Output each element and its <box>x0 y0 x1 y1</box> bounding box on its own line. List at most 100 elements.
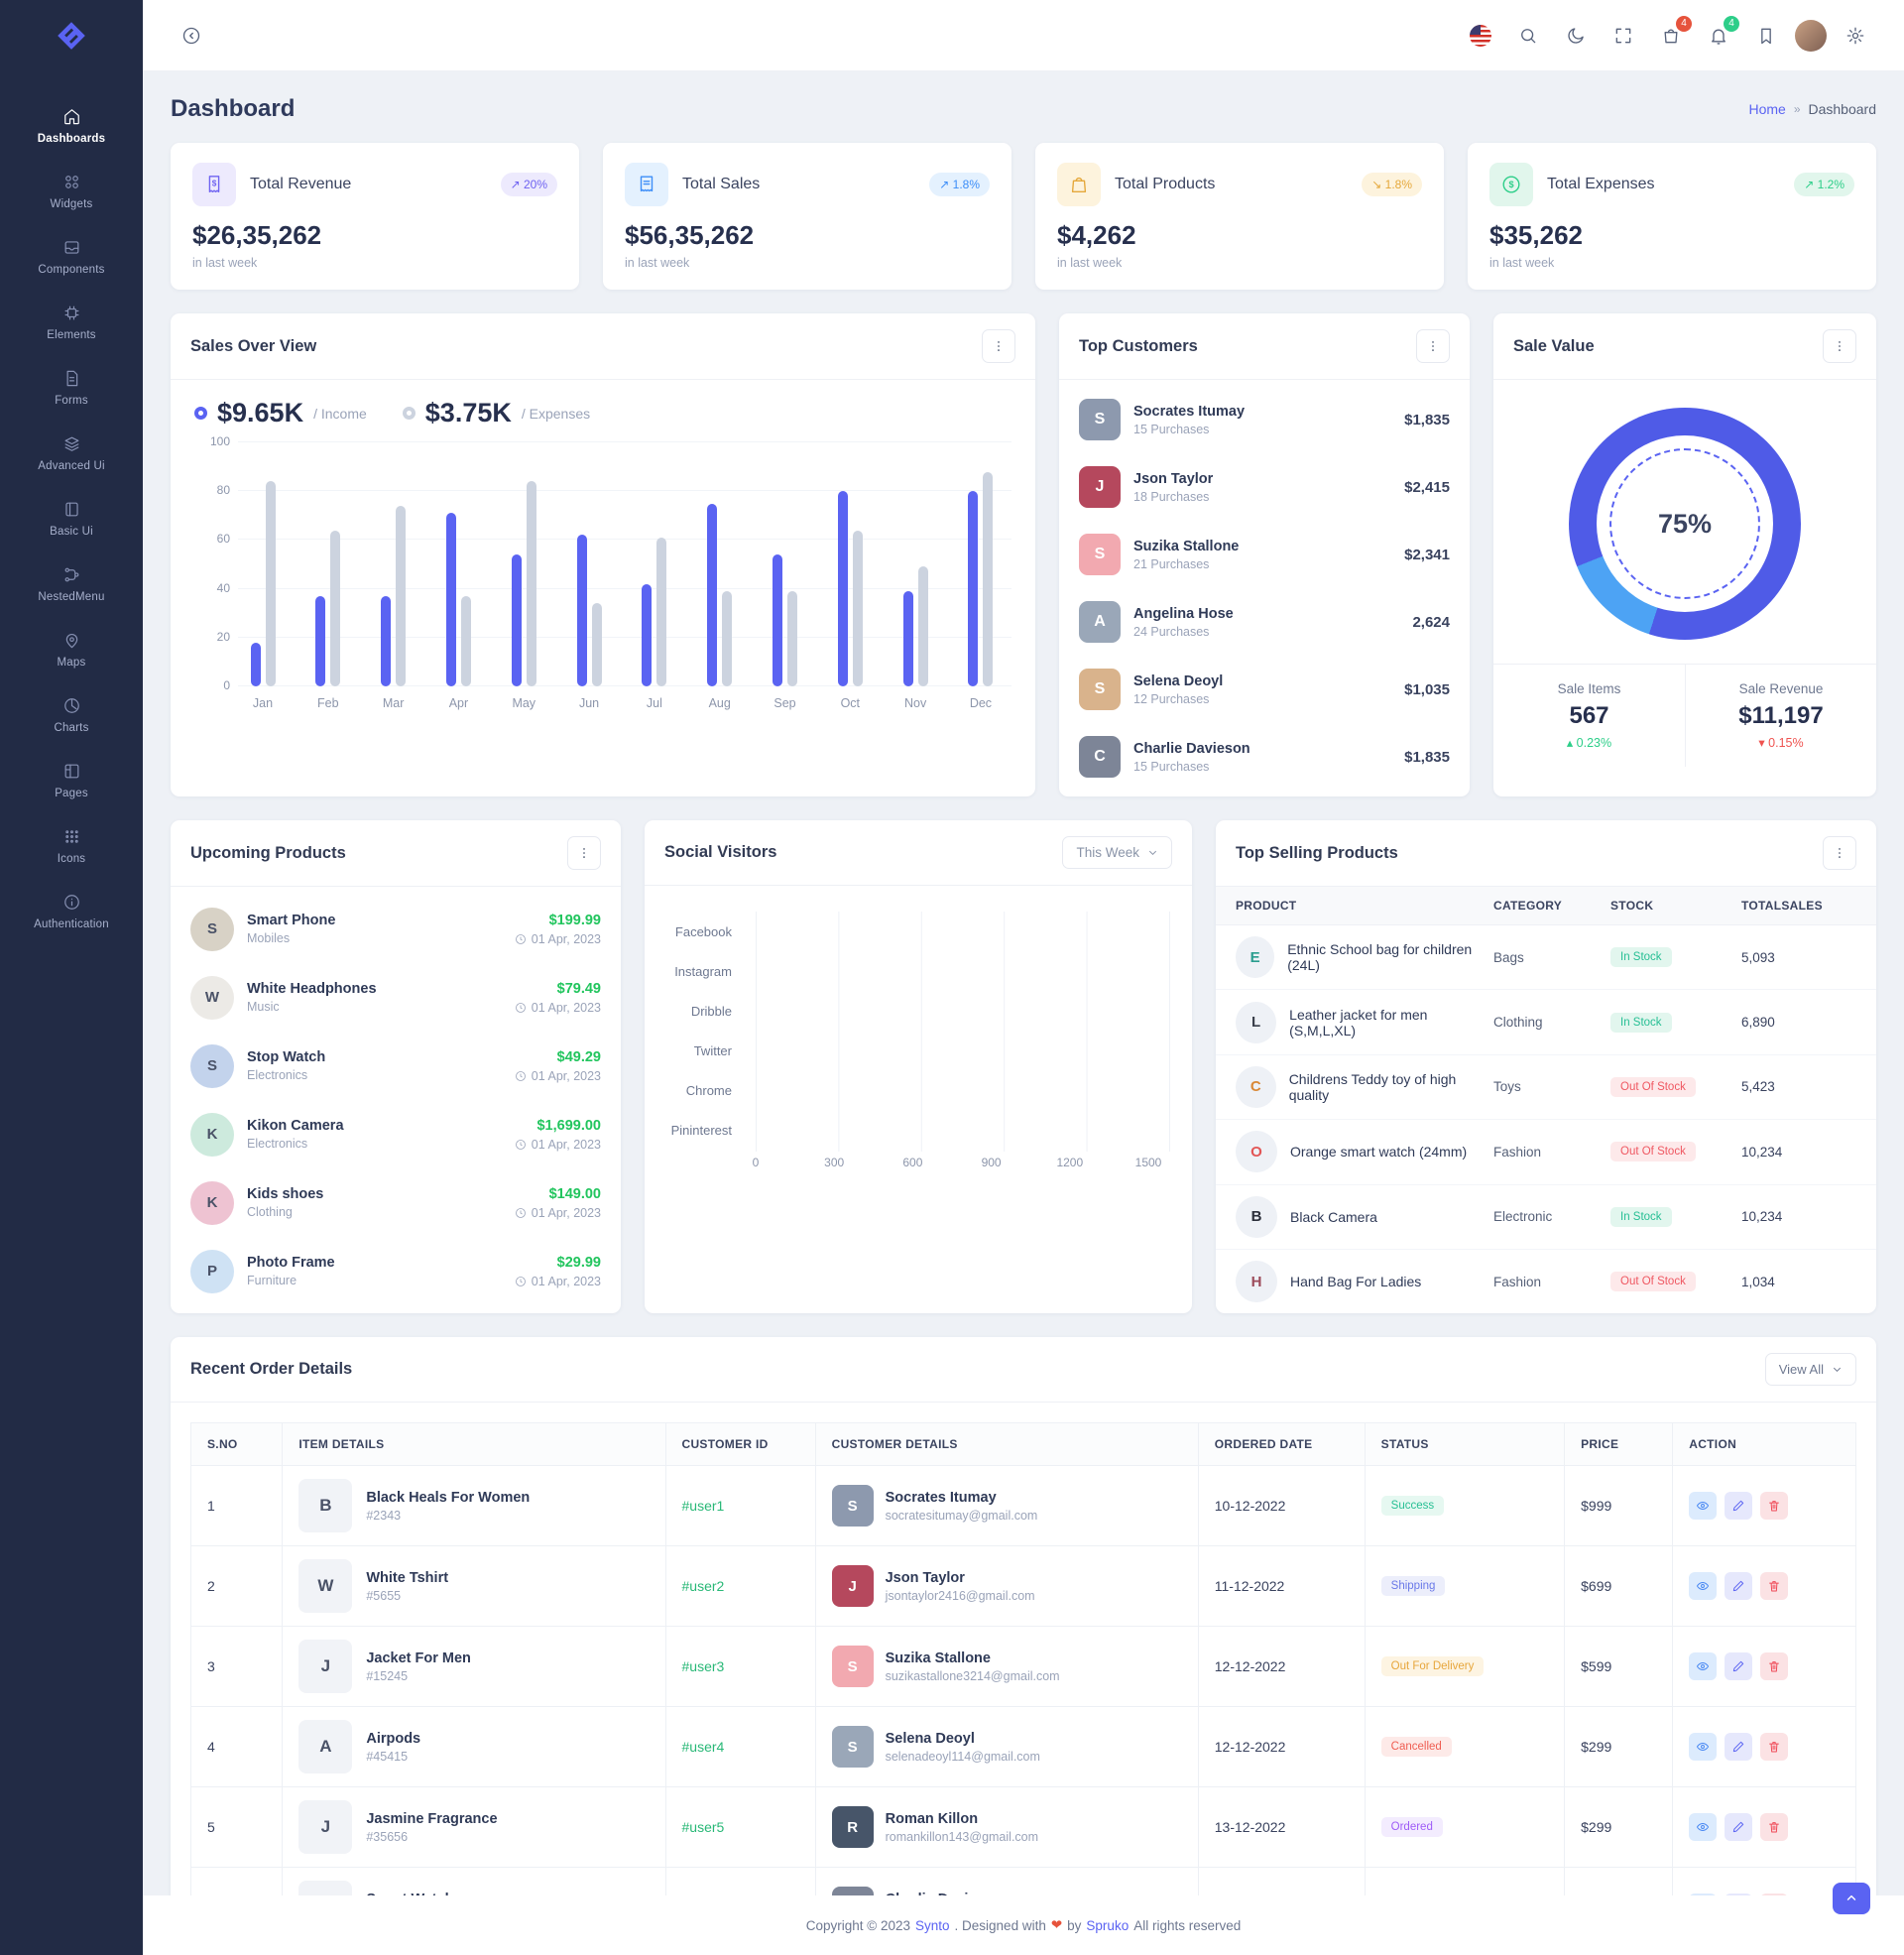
month-bar-group[interactable] <box>898 566 932 686</box>
social-bar-row[interactable]: Chrome <box>645 1070 1170 1110</box>
month-bar-group[interactable] <box>964 471 998 686</box>
top-selling-row[interactable]: H Hand Bag For Ladies Fashion Out Of Sto… <box>1216 1250 1876 1313</box>
product-thumbnail: P <box>190 1249 234 1293</box>
social-bar-row[interactable]: Twitter <box>645 1031 1170 1070</box>
social-visitors-range-select[interactable]: This Week <box>1062 836 1172 869</box>
order-row: 1 B Black Heals For Women #2343 #user1 S… <box>189 1465 1856 1547</box>
social-bar-row[interactable]: Instagram <box>645 951 1170 991</box>
view-order-button[interactable] <box>1689 1813 1718 1842</box>
app-logo[interactable] <box>0 0 143 71</box>
sale-value-menu-button[interactable] <box>1823 329 1856 363</box>
breadcrumb-home-link[interactable]: Home <box>1748 101 1785 117</box>
search-button[interactable] <box>1509 17 1547 55</box>
upcoming-product-item[interactable]: S Stop Watch Electronics $49.29 01 Apr, … <box>171 1032 621 1100</box>
edit-order-button[interactable] <box>1725 1813 1753 1842</box>
cart-button[interactable]: 4 <box>1652 15 1692 55</box>
sidebar-item[interactable]: NestedMenu <box>12 555 131 613</box>
top-selling-row[interactable]: L Leather jacket for men (S,M,L,XL) Clot… <box>1216 990 1876 1055</box>
sidebar-item[interactable]: Charts <box>12 686 131 744</box>
bookmark-button[interactable] <box>1747 17 1785 55</box>
view-order-button[interactable] <box>1689 1652 1718 1681</box>
social-bar-row[interactable]: Dribble <box>645 991 1170 1031</box>
customer-id-link[interactable]: #user2 <box>682 1578 725 1594</box>
month-bar-group[interactable] <box>311 530 345 686</box>
customer-id-link[interactable]: #user5 <box>682 1819 725 1835</box>
top-selling-row[interactable]: C Childrens Teddy toy of high quality To… <box>1216 1055 1876 1121</box>
upcoming-product-item[interactable]: W White Headphones Music $79.49 01 Apr, … <box>171 963 621 1032</box>
fullscreen-button[interactable] <box>1605 17 1642 55</box>
upcoming-product-item[interactable]: S Smart Phone Mobiles $199.99 01 Apr, 20… <box>171 895 621 963</box>
nested-menu-icon <box>62 565 81 584</box>
top-selling-row[interactable]: E Ethnic School bag for children (24L) B… <box>1216 925 1876 991</box>
top-customers-menu-button[interactable] <box>1416 329 1450 363</box>
synto-link[interactable]: Synto <box>915 1918 950 1933</box>
dark-mode-button[interactable] <box>1557 17 1595 55</box>
sidebar-item[interactable]: Widgets <box>12 163 131 220</box>
month-bar-group[interactable] <box>441 513 475 686</box>
view-all-button[interactable]: View All <box>1764 1353 1856 1387</box>
edit-order-button[interactable] <box>1725 1652 1753 1681</box>
sidebar-item[interactable]: Elements <box>12 294 131 351</box>
edit-order-button[interactable] <box>1725 1733 1753 1762</box>
view-order-button[interactable] <box>1689 1492 1718 1521</box>
scroll-to-top-button[interactable] <box>1833 1883 1870 1914</box>
delete-order-button[interactable] <box>1760 1733 1789 1762</box>
customer-id-link[interactable]: #user3 <box>682 1658 725 1674</box>
product-date: 01 Apr, 2023 <box>515 1275 601 1288</box>
sidebar-item[interactable]: Dashboards <box>12 97 131 155</box>
language-flag-button[interactable] <box>1462 17 1499 55</box>
customer-list-item[interactable]: S Suzika Stallone 21 Purchases $2,341 <box>1059 521 1470 588</box>
social-bar-row[interactable]: Pininterest <box>645 1110 1170 1150</box>
upcoming-product-item[interactable]: P Photo Frame Furniture $29.99 01 Apr, 2… <box>171 1237 621 1305</box>
edit-order-button[interactable] <box>1725 1492 1753 1521</box>
sidebar-item[interactable]: Maps <box>12 621 131 678</box>
month-bar-group[interactable] <box>572 535 606 686</box>
top-selling-row[interactable]: B Black Camera Electronic In Stock 10,23… <box>1216 1185 1876 1250</box>
notifications-button[interactable]: 4 <box>1700 15 1739 55</box>
sidebar-item[interactable]: Icons <box>12 817 131 875</box>
user-avatar[interactable] <box>1795 19 1827 52</box>
upcoming-product-item[interactable]: K Kikon Camera Electronics $1,699.00 01 … <box>171 1100 621 1168</box>
month-bar-group[interactable] <box>246 481 280 686</box>
month-bar-group[interactable] <box>507 481 540 686</box>
view-order-button[interactable] <box>1689 1733 1718 1762</box>
month-bar-group[interactable] <box>833 491 867 686</box>
upcoming-product-item[interactable]: K Kids shoes Clothing $149.00 01 Apr, 20… <box>171 1168 621 1237</box>
sidebar-item[interactable]: Advanced Ui <box>12 425 131 482</box>
edit-order-button[interactable] <box>1725 1572 1753 1601</box>
sidebar-item[interactable]: Pages <box>12 752 131 809</box>
sidebar-item[interactable]: Components <box>12 228 131 286</box>
customer-id-link[interactable]: #user4 <box>682 1739 725 1755</box>
delete-order-button[interactable] <box>1760 1813 1789 1842</box>
view-order-button[interactable] <box>1689 1572 1718 1601</box>
sidebar-item[interactable]: Basic Ui <box>12 490 131 548</box>
upcoming-products-menu-button[interactable] <box>567 836 601 870</box>
sidebar-item[interactable]: Authentication <box>12 883 131 940</box>
delete-order-button[interactable] <box>1760 1652 1789 1681</box>
customer-name: Json Taylor <box>885 1569 965 1586</box>
customer-list-item[interactable]: C Charlie Davieson 15 Purchases $1,835 <box>1059 723 1470 791</box>
social-bar-row[interactable]: Facebook <box>645 912 1170 951</box>
product-name: Kids shoes <box>247 1186 324 1202</box>
customer-list-item[interactable]: S Selena Deoyl 12 Purchases $1,035 <box>1059 656 1470 723</box>
sales-overview-menu-button[interactable] <box>982 329 1015 363</box>
y-tick-label: 40 <box>216 580 230 595</box>
month-bar-group[interactable] <box>638 537 671 686</box>
month-bar-group[interactable] <box>703 503 737 686</box>
top-selling-menu-button[interactable] <box>1823 836 1856 870</box>
sidebar-item[interactable]: Forms <box>12 359 131 417</box>
customer-id-link[interactable]: #user1 <box>682 1498 725 1514</box>
sidebar-toggle-button[interactable] <box>173 17 210 55</box>
topbar: 4 4 <box>143 0 1904 71</box>
customer-list-item[interactable]: J Json Taylor 18 Purchases $2,415 <box>1059 453 1470 521</box>
month-bar-group[interactable] <box>769 554 802 686</box>
delete-order-button[interactable] <box>1760 1572 1789 1601</box>
delete-order-button[interactable] <box>1760 1492 1789 1521</box>
top-selling-row[interactable]: O Orange smart watch (24mm) Fashion Out … <box>1216 1120 1876 1185</box>
customer-list-item[interactable]: A Angelina Hose 24 Purchases 2,624 <box>1059 588 1470 656</box>
spruko-link[interactable]: Spruko <box>1086 1918 1129 1933</box>
customer-list-item[interactable]: S Socrates Itumay 15 Purchases $1,835 <box>1059 386 1470 453</box>
month-bar-group[interactable] <box>377 505 411 686</box>
authentication-icon <box>62 893 81 912</box>
settings-button[interactable] <box>1837 17 1874 55</box>
